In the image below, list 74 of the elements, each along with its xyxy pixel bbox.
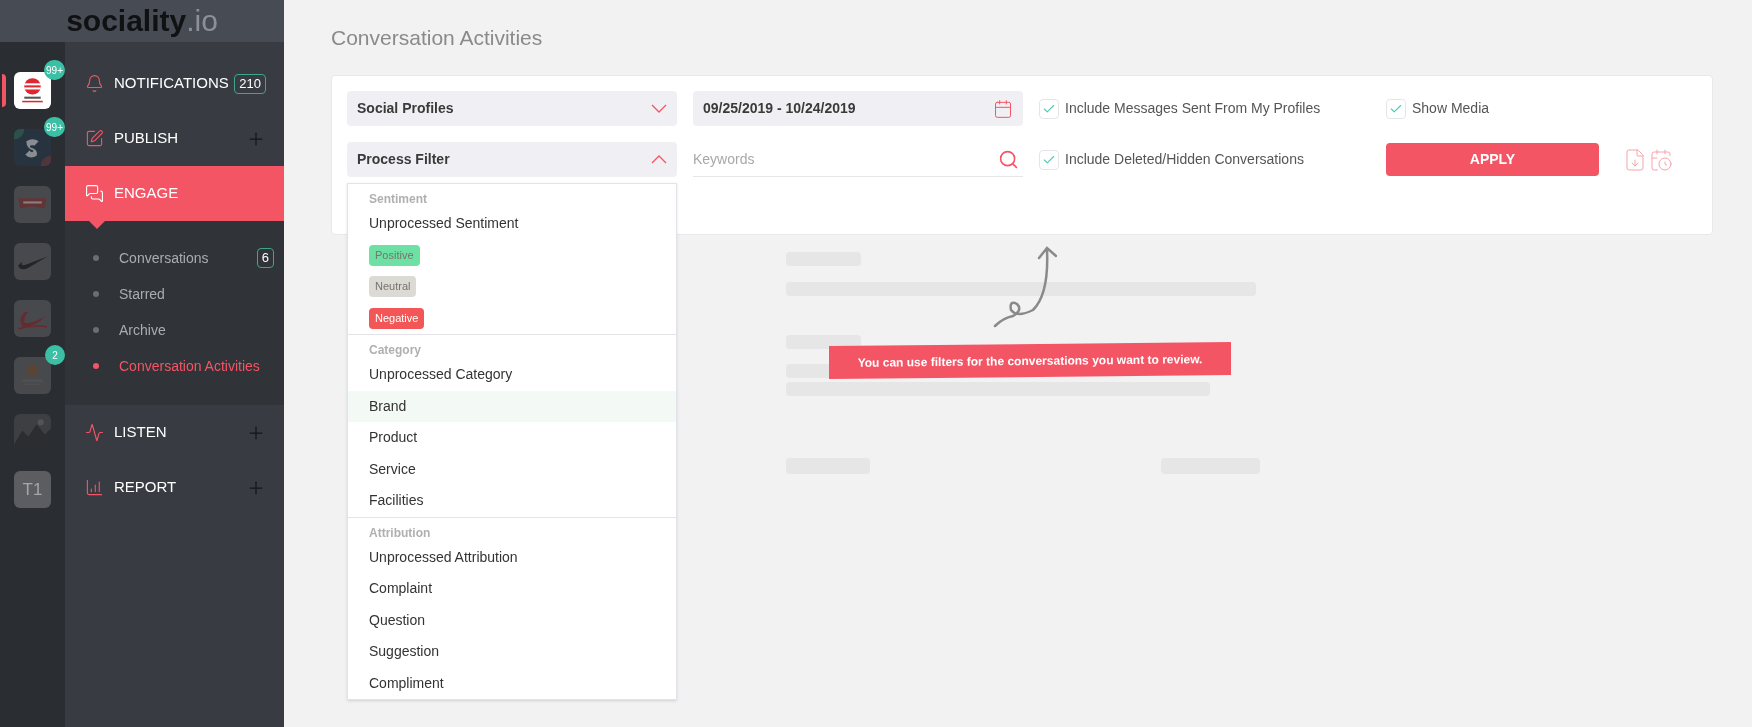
logo-suffix: .io <box>186 6 218 36</box>
page-title: Conversation Activities <box>331 25 544 50</box>
group-heading: Category <box>369 342 421 359</box>
menu-option[interactable]: Neutral <box>348 271 676 303</box>
menu-option[interactable]: Facilities <box>348 485 676 517</box>
menu-section[interactable]: PUBLISH <box>65 111 284 166</box>
edit-icon <box>85 129 104 148</box>
menu-option[interactable]: Brand <box>348 390 676 422</box>
notification-badge: 99+ <box>44 60 65 80</box>
menu-label: PUBLISH <box>114 128 179 149</box>
menu-option[interactable]: Compliment <box>348 667 676 699</box>
checkbox[interactable] <box>1386 98 1406 119</box>
bullet-icon <box>93 363 99 369</box>
submenu-item[interactable]: Conversation Activities <box>65 348 284 384</box>
skeleton-bar <box>786 364 831 378</box>
search-icon[interactable] <box>998 149 1019 170</box>
chart-icon <box>85 478 104 497</box>
dropdown-select[interactable]: Process Filter <box>347 142 677 177</box>
bell-icon <box>85 74 104 93</box>
sentiment-tag: Positive <box>369 244 420 266</box>
group-heading: Attribution <box>369 524 431 542</box>
checkbox-label: Show Media <box>1412 99 1490 118</box>
chevron-icon <box>651 104 667 113</box>
menu-option[interactable]: Unprocessed Category <box>348 359 676 391</box>
submenu-item[interactable]: Conversations 6 <box>65 240 284 276</box>
group-heading: Sentiment <box>369 191 427 208</box>
submenu-label: Conversation Activities <box>119 356 260 376</box>
submenu-label: Conversations <box>119 248 209 268</box>
sentiment-tag: Neutral <box>369 276 417 298</box>
notification-badge: 2 <box>45 345 65 365</box>
bullet-icon <box>93 291 99 297</box>
hint-banner: You can use filters for the conversations you want to review. <box>829 341 1231 380</box>
checkbox[interactable] <box>1039 149 1059 170</box>
notification-badge: 99+ <box>44 117 65 137</box>
checkbox-option[interactable]: Show Media <box>1386 91 1599 126</box>
menu-section[interactable]: NOTIFICATIONS 210 <box>65 56 284 111</box>
chevron-icon <box>651 155 667 164</box>
menu-option[interactable]: Question <box>348 604 676 636</box>
pulse-icon <box>85 423 104 442</box>
submenu-label: Starred <box>119 284 165 304</box>
submenu-item[interactable]: Starred <box>65 276 284 312</box>
checkbox-label: Include Deleted/Hidden Conversations <box>1065 150 1304 169</box>
logo-name: sociality <box>66 6 187 36</box>
date-range-field[interactable]: 09/25/2019 - 10/24/2019 <box>693 91 1023 126</box>
menu-label: LISTEN <box>114 422 167 443</box>
menu-option[interactable]: Suggestion <box>348 636 676 668</box>
calendar-icon[interactable] <box>993 98 1013 119</box>
menu-section[interactable]: LISTEN <box>65 405 284 460</box>
menu-option[interactable]: Service <box>348 453 676 485</box>
menu-section[interactable]: REPORT <box>65 460 284 515</box>
calendar-clock-icon[interactable] <box>1649 147 1673 172</box>
submenu-label: Archive <box>119 320 166 340</box>
menu-label: NOTIFICATIONS <box>114 73 229 94</box>
menu-option[interactable]: Complaint <box>348 573 676 605</box>
keywords-field[interactable]: Keywords <box>693 142 1023 177</box>
menu-label: ENGAGE <box>114 183 179 204</box>
chat-bubble-icon <box>85 184 104 203</box>
menu-label: REPORT <box>114 477 177 498</box>
bullet-icon <box>93 327 99 333</box>
menu-option[interactable]: Unprocessed Attribution <box>348 541 676 573</box>
count-badge: 210 <box>234 73 266 94</box>
dropdown-select[interactable]: Social Profiles <box>347 91 677 126</box>
file-download-icon[interactable] <box>1623 147 1647 172</box>
submenu-item[interactable]: Archive <box>65 312 284 348</box>
menu-option[interactable]: Unprocessed Sentiment <box>348 208 676 240</box>
account-avatar[interactable] <box>14 72 51 109</box>
checkbox-label: Include Messages Sent From My Profiles <box>1065 99 1321 118</box>
sentiment-tag: Negative <box>369 307 425 329</box>
checkbox[interactable] <box>1039 98 1059 119</box>
menu-option[interactable]: Product <box>348 422 676 454</box>
checkbox-option[interactable]: Include Deleted/Hidden Conversations <box>1039 142 1370 177</box>
bullet-icon <box>93 255 99 261</box>
count-badge: 6 <box>256 248 274 268</box>
checkbox-option[interactable]: Include Messages Sent From My Profiles <box>1039 91 1370 126</box>
